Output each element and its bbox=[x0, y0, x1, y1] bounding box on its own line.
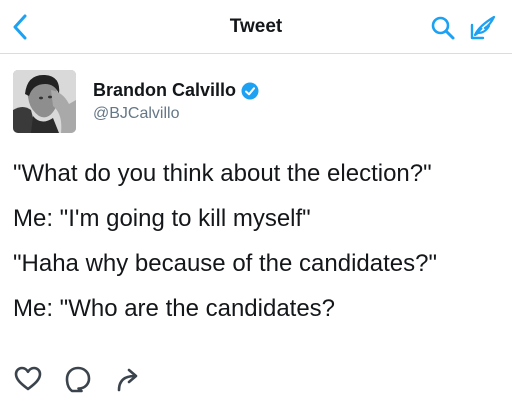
tweet-text: "What do you think about the election?" … bbox=[13, 160, 503, 340]
tweet-line: "Haha why because of the candidates?" bbox=[13, 250, 437, 277]
search-button[interactable] bbox=[426, 12, 460, 44]
profile-photo bbox=[13, 70, 76, 133]
heart-icon bbox=[14, 366, 42, 391]
avatar[interactable] bbox=[13, 70, 76, 133]
like-button[interactable] bbox=[13, 364, 43, 394]
share-icon bbox=[117, 368, 138, 392]
verified-badge-icon bbox=[241, 82, 259, 99]
tweet-line: Me: "I'm going to kill myself" bbox=[13, 205, 311, 232]
compose-icon bbox=[470, 15, 496, 40]
display-name-row: Brandon Calvillo bbox=[93, 80, 259, 101]
compose-button[interactable] bbox=[466, 12, 500, 44]
search-icon bbox=[431, 16, 455, 40]
top-navigation-bar: Tweet bbox=[0, 0, 512, 54]
nav-actions bbox=[426, 12, 500, 44]
tweet-line: Me: "Who are the candidates? bbox=[13, 295, 336, 322]
display-name[interactable]: Brandon Calvillo bbox=[93, 80, 236, 101]
tweet-actions bbox=[13, 364, 143, 394]
tweet-author: Brandon Calvillo @BJCalvillo bbox=[13, 70, 493, 134]
tweet-line: "What do you think about the election?" bbox=[13, 160, 432, 187]
user-handle[interactable]: @BJCalvillo bbox=[93, 105, 179, 123]
reply-button[interactable] bbox=[63, 364, 93, 394]
share-button[interactable] bbox=[113, 364, 143, 394]
reply-icon bbox=[65, 366, 91, 393]
